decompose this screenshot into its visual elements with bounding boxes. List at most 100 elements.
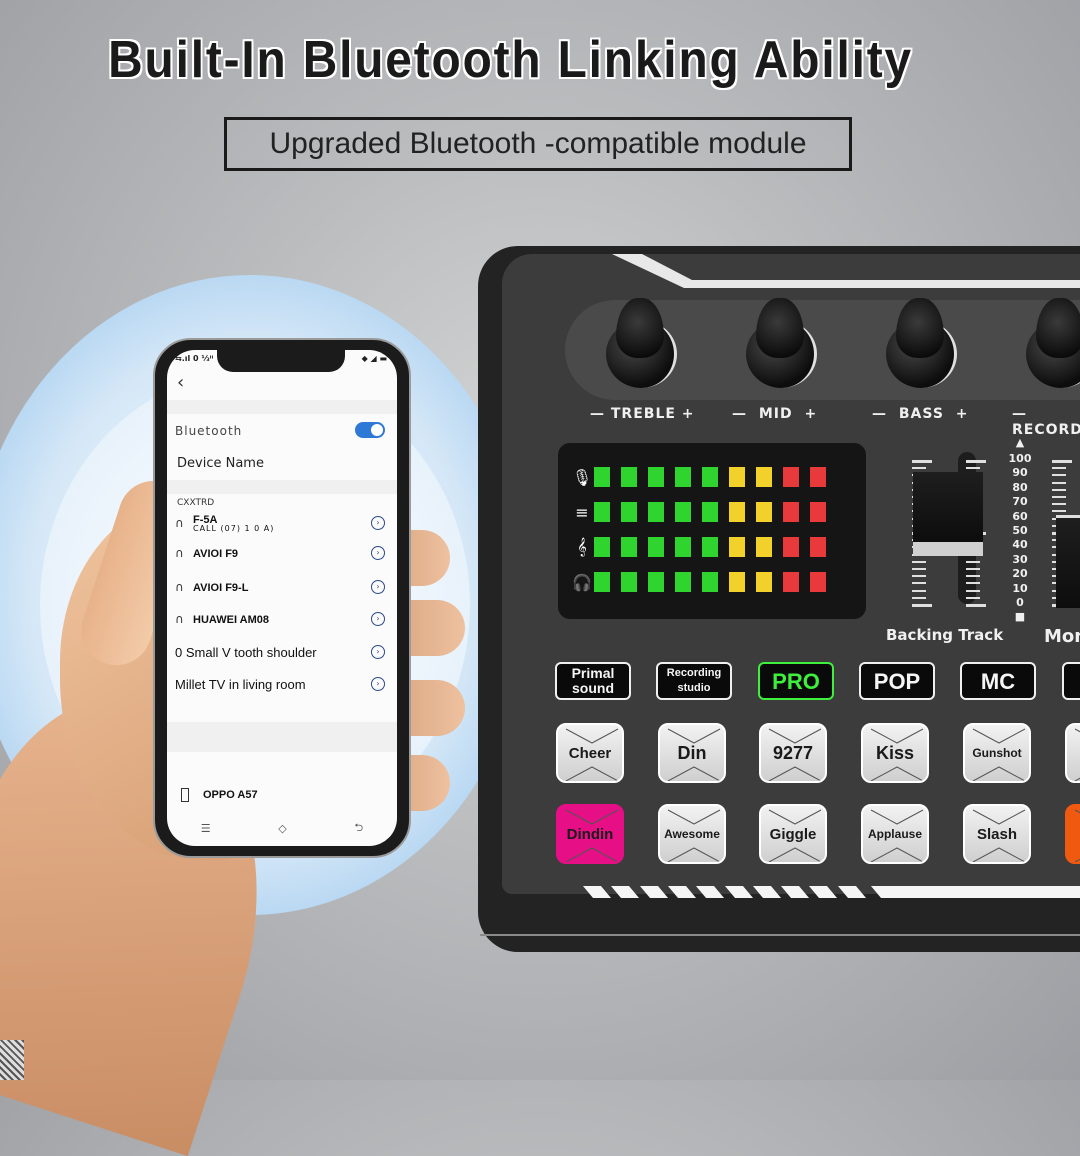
back-icon[interactable]: ‹	[177, 372, 184, 393]
device-list-item[interactable]: ∩ HUAWEI AM08 ›	[175, 606, 385, 632]
scale-label: 0	[1016, 596, 1024, 609]
device-info-icon[interactable]: ›	[371, 516, 385, 530]
status-bar-left: ⇆.ıl 0 ⅓ᴵᴵ	[175, 354, 214, 363]
effect-pad[interactable]: Cheer	[556, 723, 624, 783]
device-list-item[interactable]: ∩ AVIOI F9-L ›	[175, 574, 385, 600]
scale-label: 90	[1012, 466, 1028, 480]
pad-label: Gunshot	[972, 746, 1022, 760]
meter-led	[729, 467, 745, 487]
fader-tick	[1052, 467, 1066, 470]
fader-tick	[1052, 460, 1072, 463]
device-name: AVIOI F9-L	[193, 581, 249, 594]
meter-led	[621, 467, 637, 487]
phone-icon	[181, 788, 189, 802]
device-name: HUAWEI AM08	[193, 613, 269, 626]
meter-row: ≡	[570, 502, 837, 522]
pad-label: Cheer	[568, 744, 612, 762]
decor-stripe-long	[870, 886, 1080, 898]
meter-led	[810, 467, 826, 487]
meter-led	[594, 502, 610, 522]
effect-pad[interactable]: Awesome	[658, 804, 726, 864]
fader-tick	[966, 589, 980, 592]
device-info-icon[interactable]: ›	[371, 612, 385, 626]
device-info-icon[interactable]: ›	[371, 546, 385, 560]
menu-icon[interactable]: ☰	[201, 822, 211, 835]
mode-button[interactable]: PRO	[758, 662, 834, 700]
device-info-icon[interactable]: ›	[371, 677, 385, 691]
fader-tick	[1052, 474, 1066, 477]
meter-led	[810, 537, 826, 557]
device-info-icon[interactable]: ›	[371, 580, 385, 594]
record-label: —RECORD	[1012, 406, 1080, 438]
fader-tick	[966, 568, 980, 570]
bluetooth-toggle[interactable]	[355, 422, 385, 438]
effect-pad[interactable]	[1065, 804, 1080, 864]
meter-led	[648, 467, 664, 487]
sleeve	[0, 1040, 24, 1080]
meter-led	[702, 502, 718, 522]
device-text: AVIOI F9	[193, 547, 371, 560]
return-icon[interactable]: ⮌	[354, 819, 363, 838]
effect-pad[interactable]: Din	[658, 723, 726, 783]
meter-led	[594, 572, 610, 592]
scale-label: 30	[1012, 552, 1028, 566]
treble-knob[interactable]	[598, 296, 682, 392]
device-list-item[interactable]: ∩ F-5A CALL (07) 1 0 A) ›	[175, 510, 385, 536]
fader-tick	[912, 604, 932, 607]
device-name-item[interactable]: Device Name	[177, 456, 264, 471]
fader-tick	[912, 575, 926, 578]
home-icon[interactable]: ◇	[278, 822, 286, 835]
device-list-item[interactable]: Millet TV in living room ›	[175, 671, 385, 697]
mode-button[interactable]: Recording studio	[656, 662, 732, 700]
meter-led	[648, 502, 664, 522]
fader-tick	[966, 460, 986, 463]
bass-knob[interactable]	[878, 296, 962, 392]
fader-tick	[1052, 481, 1066, 484]
meter-led	[783, 572, 799, 592]
backing-track-fader-handle[interactable]	[913, 472, 983, 556]
fader-tick	[912, 460, 932, 463]
pad-label: Applause	[867, 827, 922, 841]
monitor-fader-handle[interactable]	[1056, 515, 1080, 608]
mode-button[interactable]	[1062, 662, 1080, 700]
smartphone: ⇆.ıl 0 ⅓ᴵᴵ ◆ ◢ ▬ ‹ Bluetooth Device Name…	[153, 338, 411, 858]
treble-clef-icon: 𝄞	[577, 537, 587, 556]
fader-tick	[966, 575, 980, 578]
pad-label: Din	[677, 742, 707, 763]
device-list-item[interactable]: 0 Small V tooth shoulder ›	[175, 639, 385, 665]
effect-pad[interactable]: Dindin	[556, 804, 624, 864]
this-device: OPPO A57	[181, 788, 258, 802]
scale-label: 70	[1012, 495, 1028, 509]
record-knob[interactable]	[1018, 296, 1080, 392]
effect-pad[interactable]: 9277	[759, 723, 827, 783]
mode-button[interactable]: Primal sound	[555, 662, 631, 700]
mode-button[interactable]: POP	[859, 662, 935, 700]
device-text: AVIOI F9-L	[193, 581, 371, 594]
meter-row: 🎧	[570, 572, 837, 592]
effect-pad[interactable]: Giggle	[759, 804, 827, 864]
device-info-icon[interactable]: ›	[371, 645, 385, 659]
phone-notch	[217, 350, 345, 372]
headphones-icon: ∩	[175, 612, 184, 626]
headphones-icon: ∩	[175, 580, 184, 594]
effect-pad[interactable]	[1065, 723, 1080, 783]
section-label: CXXTRD	[177, 498, 215, 508]
effect-pad[interactable]: Gunshot	[963, 723, 1031, 783]
mode-button[interactable]: MC	[960, 662, 1036, 700]
device-name: AVIOI F9	[193, 547, 239, 560]
scale-label: 100	[1008, 452, 1032, 465]
mid-knob[interactable]	[738, 296, 822, 392]
headphones-icon: ∩	[175, 546, 184, 560]
effect-pad[interactable]: Kiss	[861, 723, 929, 783]
meter-led	[783, 502, 799, 522]
effect-pad[interactable]: Applause	[861, 804, 929, 864]
meter-led	[756, 467, 772, 487]
device-name: 0 Small V tooth shoulder	[175, 644, 317, 660]
fader-tick	[912, 568, 926, 570]
bass-label: — BASS +	[872, 406, 969, 422]
device-list-item[interactable]: ∩ AVIOI F9 ›	[175, 540, 385, 566]
fader-tick	[912, 596, 926, 599]
fader-tick	[1052, 496, 1066, 498]
device-text: F-5A CALL (07) 1 0 A)	[193, 513, 371, 533]
effect-pad[interactable]: Slash	[963, 804, 1031, 864]
